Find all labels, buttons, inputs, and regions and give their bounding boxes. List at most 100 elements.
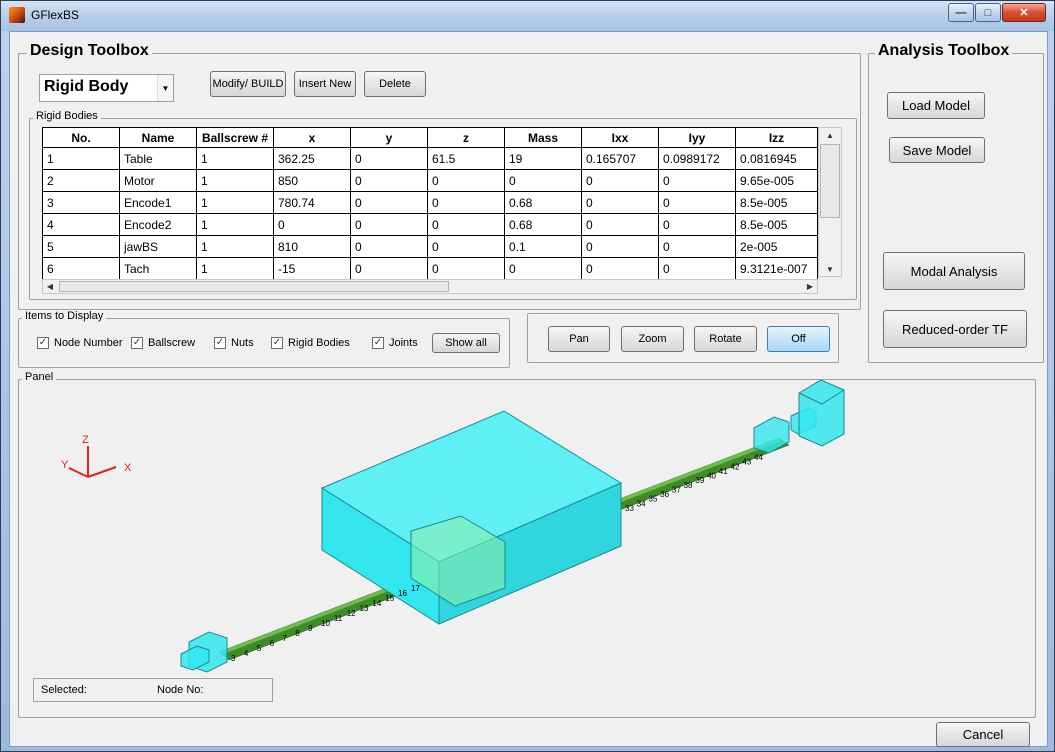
- table-row[interactable]: 3 Encode1 1 780.74 0 0 0.68 0 0 8.5e-005: [42, 191, 818, 214]
- table-cell[interactable]: 1: [196, 213, 274, 236]
- table-cell[interactable]: 0: [658, 213, 736, 236]
- table-row[interactable]: 1 Table 1 362.25 0 61.5 19 0.165707 0.09…: [42, 147, 818, 170]
- node-number-checkbox[interactable]: ✓ Node Number: [37, 337, 122, 349]
- table-cell[interactable]: 0: [427, 191, 505, 214]
- table-row[interactable]: 5 jawBS 1 810 0 0 0.1 0 0 2e-005: [42, 235, 818, 258]
- table-cell[interactable]: 0: [427, 213, 505, 236]
- table-cell[interactable]: 0: [581, 235, 659, 258]
- table-cell[interactable]: 0.165707: [581, 147, 659, 170]
- reduced-order-tf-button[interactable]: Reduced-order TF: [883, 310, 1027, 348]
- column-header[interactable]: Ballscrew #: [196, 127, 274, 148]
- table-cell[interactable]: 3: [42, 191, 120, 214]
- table-cell[interactable]: 810: [273, 235, 351, 258]
- column-header[interactable]: Name: [119, 127, 197, 148]
- table-cell[interactable]: 0: [350, 235, 428, 258]
- table-cell[interactable]: 2e-005: [735, 235, 818, 258]
- column-header[interactable]: y: [350, 127, 428, 148]
- table-cell[interactable]: 2: [42, 169, 120, 192]
- table-cell[interactable]: 0: [581, 169, 659, 192]
- vertical-scroll-thumb[interactable]: [820, 144, 840, 218]
- column-header[interactable]: Iyy: [658, 127, 736, 148]
- scroll-up-icon[interactable]: ▲: [819, 128, 841, 142]
- table-cell[interactable]: 0: [658, 257, 736, 280]
- table-cell[interactable]: 0: [581, 213, 659, 236]
- table-cell[interactable]: 0: [504, 169, 582, 192]
- close-button[interactable]: ✕: [1002, 3, 1046, 22]
- table-row[interactable]: 4 Encode2 1 0 0 0 0.68 0 0 8.5e-005: [42, 213, 818, 236]
- table-cell[interactable]: 0: [581, 191, 659, 214]
- table-cell[interactable]: 4: [42, 213, 120, 236]
- table-cell[interactable]: 0: [658, 191, 736, 214]
- insert-new-button[interactable]: Insert New: [294, 71, 356, 97]
- table-cell[interactable]: 1: [196, 191, 274, 214]
- table-cell[interactable]: 0.0989172: [658, 147, 736, 170]
- ballscrew-checkbox[interactable]: ✓ Ballscrew: [131, 337, 195, 349]
- table-cell[interactable]: Tach: [119, 257, 197, 280]
- table-cell[interactable]: 0: [504, 257, 582, 280]
- load-model-button[interactable]: Load Model: [887, 92, 985, 119]
- table-cell[interactable]: 0: [350, 147, 428, 170]
- minimize-button[interactable]: —: [948, 3, 974, 22]
- scroll-left-icon[interactable]: ◀: [43, 280, 57, 293]
- table-cell[interactable]: 0: [350, 257, 428, 280]
- rotate-button[interactable]: Rotate: [694, 326, 757, 352]
- table-cell[interactable]: 1: [42, 147, 120, 170]
- zoom-button[interactable]: Zoom: [621, 326, 684, 352]
- nuts-checkbox[interactable]: ✓ Nuts: [214, 337, 254, 349]
- table-cell[interactable]: 0: [427, 169, 505, 192]
- table-cell[interactable]: 8.5e-005: [735, 191, 818, 214]
- joints-checkbox[interactable]: ✓ Joints: [372, 337, 418, 349]
- table-cell[interactable]: -15: [273, 257, 351, 280]
- pan-button[interactable]: Pan: [548, 326, 610, 352]
- table-cell[interactable]: 0: [658, 169, 736, 192]
- table-cell[interactable]: 9.65e-005: [735, 169, 818, 192]
- column-header[interactable]: x: [273, 127, 351, 148]
- table-cell[interactable]: 6: [42, 257, 120, 280]
- table-cell[interactable]: 0: [427, 257, 505, 280]
- off-button[interactable]: Off: [767, 326, 830, 352]
- column-header[interactable]: Mass: [504, 127, 582, 148]
- table-cell[interactable]: 8.5e-005: [735, 213, 818, 236]
- delete-button[interactable]: Delete: [364, 71, 426, 97]
- table-cell[interactable]: 0.1: [504, 235, 582, 258]
- table-cell[interactable]: Motor: [119, 169, 197, 192]
- column-header[interactable]: Ixx: [581, 127, 659, 148]
- table-cell[interactable]: 0: [581, 257, 659, 280]
- table-cell[interactable]: 0: [350, 169, 428, 192]
- column-header[interactable]: z: [427, 127, 505, 148]
- table-cell[interactable]: 9.3121e-007: [735, 257, 818, 280]
- table-vertical-scrollbar[interactable]: ▲ ▼: [818, 127, 842, 277]
- table-cell[interactable]: 1: [196, 257, 274, 280]
- table-cell[interactable]: 0: [658, 235, 736, 258]
- table-cell[interactable]: 1: [196, 235, 274, 258]
- table-cell[interactable]: 1: [196, 147, 274, 170]
- table-cell[interactable]: 0.68: [504, 191, 582, 214]
- table-cell[interactable]: 362.25: [273, 147, 351, 170]
- modal-analysis-button[interactable]: Modal Analysis: [883, 252, 1025, 290]
- horizontal-scroll-thumb[interactable]: [59, 281, 449, 292]
- table-cell[interactable]: Table: [119, 147, 197, 170]
- save-model-button[interactable]: Save Model: [889, 137, 985, 163]
- table-horizontal-scrollbar[interactable]: ◀ ▶: [42, 279, 818, 294]
- table-cell[interactable]: 0: [350, 213, 428, 236]
- rigid-bodies-table[interactable]: No. Name Ballscrew # x y z Mass Ixx Iyy …: [42, 127, 818, 280]
- table-cell[interactable]: 19: [504, 147, 582, 170]
- rigid-bodies-checkbox[interactable]: ✓ Rigid Bodies: [271, 337, 350, 349]
- table-cell[interactable]: Encode2: [119, 213, 197, 236]
- table-cell[interactable]: 850: [273, 169, 351, 192]
- model-3d-view[interactable]: Z X Y 3456789101112131415161733343536373…: [19, 380, 1035, 717]
- body-type-select[interactable]: Rigid Body ▼: [39, 74, 174, 102]
- table-cell[interactable]: 0: [273, 213, 351, 236]
- cancel-button[interactable]: Cancel: [936, 722, 1030, 747]
- table-cell[interactable]: 0.0816945: [735, 147, 818, 170]
- table-cell[interactable]: 0: [350, 191, 428, 214]
- table-cell[interactable]: 5: [42, 235, 120, 258]
- column-header[interactable]: No.: [42, 127, 120, 148]
- table-cell[interactable]: 780.74: [273, 191, 351, 214]
- column-header[interactable]: Izz: [735, 127, 818, 148]
- table-cell[interactable]: 0.68: [504, 213, 582, 236]
- table-cell[interactable]: 0: [427, 235, 505, 258]
- table-cell[interactable]: 61.5: [427, 147, 505, 170]
- scroll-right-icon[interactable]: ▶: [803, 280, 817, 293]
- table-row[interactable]: 6 Tach 1 -15 0 0 0 0 0 9.3121e-007: [42, 257, 818, 280]
